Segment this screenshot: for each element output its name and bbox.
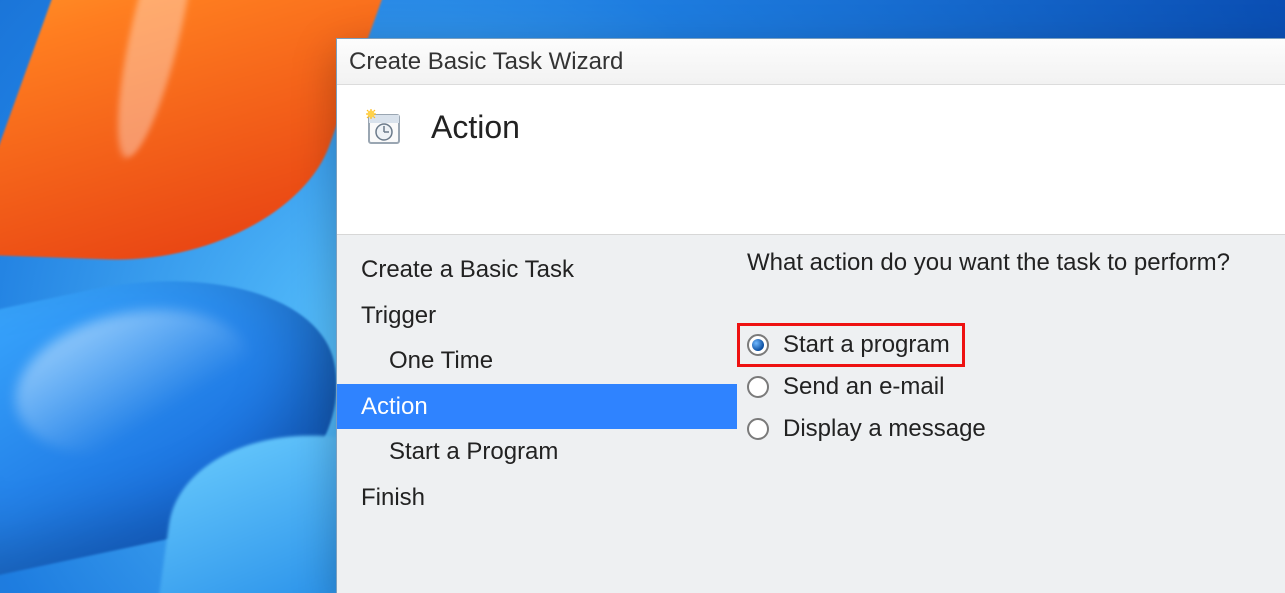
window-titlebar[interactable]: Create Basic Task Wizard [337,39,1285,85]
wizard-sidebar: Create a Basic Task Trigger One Time Act… [337,235,737,593]
sidebar-item-create-basic-task[interactable]: Create a Basic Task [337,247,737,293]
sidebar-item-trigger[interactable]: Trigger [337,293,737,339]
task-wizard-icon [363,107,405,149]
sidebar-item-label: One Time [389,347,493,374]
sidebar-item-label: Finish [361,484,425,511]
sidebar-item-start-a-program[interactable]: Start a Program [337,429,737,475]
wizard-content: What action do you want the task to perf… [737,235,1285,593]
radio-display-a-message[interactable]: Display a message [747,415,1285,443]
sidebar-item-one-time[interactable]: One Time [337,338,737,384]
window-title: Create Basic Task Wizard [349,48,623,76]
wizard-header: Action [337,85,1285,235]
sidebar-item-label: Action [361,393,428,420]
desktop-background: Create Basic Task Wizard [0,0,1285,593]
wizard-step-title: Action [431,109,520,146]
action-prompt: What action do you want the task to perf… [747,249,1285,277]
sidebar-item-label: Trigger [361,302,436,329]
wizard-window: Create Basic Task Wizard [336,38,1285,593]
sidebar-item-action[interactable]: Action [337,384,737,430]
radio-start-a-program[interactable]: Start a program [747,331,1285,359]
radio-label: Display a message [783,415,986,443]
radio-icon [747,376,769,398]
radio-icon [747,418,769,440]
radio-label: Start a program [783,331,950,359]
sidebar-item-label: Start a Program [389,438,558,465]
radio-send-an-email[interactable]: Send an e-mail [747,373,1285,401]
sidebar-item-label: Create a Basic Task [361,256,574,283]
radio-icon [747,334,769,356]
radio-label: Send an e-mail [783,373,944,401]
sidebar-item-finish[interactable]: Finish [337,475,737,521]
wizard-body: Create a Basic Task Trigger One Time Act… [337,235,1285,593]
